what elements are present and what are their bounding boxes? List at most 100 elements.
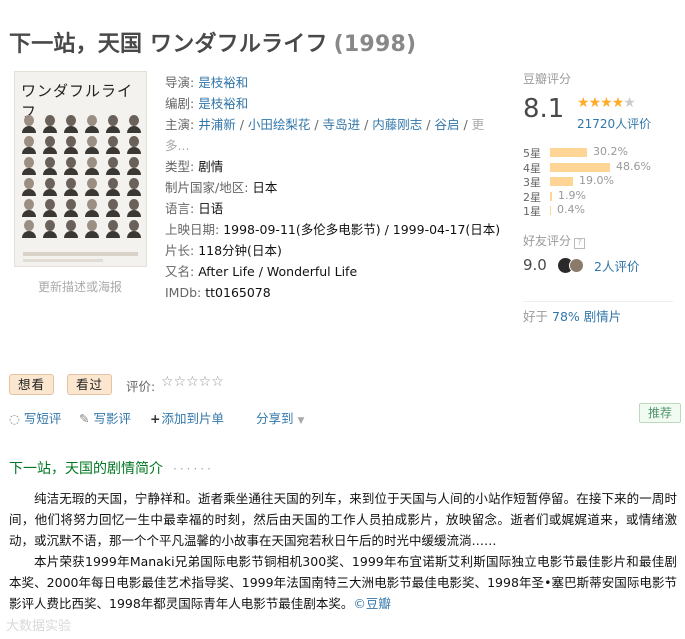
- poster-face: [41, 156, 59, 175]
- share-dropdown[interactable]: 分享到 ▼: [256, 408, 304, 427]
- imdb-value: tt0165078: [205, 285, 271, 300]
- rating-bar-fill: [550, 177, 573, 186]
- writer-label: 编剧:: [165, 96, 195, 111]
- writer-row: 编剧: 是枝裕和: [165, 93, 495, 114]
- watched-button[interactable]: 看过: [67, 374, 113, 395]
- poster-face: [125, 135, 143, 154]
- rating-bar-row: 1星 0.4%: [523, 203, 673, 218]
- poster-face: [125, 198, 143, 217]
- poster-face: [41, 177, 59, 196]
- poster-face: [104, 219, 122, 238]
- poster-face: [20, 135, 38, 154]
- director-link[interactable]: 是枝裕和: [198, 75, 248, 90]
- rating-bar-label: 1星: [523, 205, 541, 218]
- poster-face: [62, 114, 80, 133]
- country-value: 日本: [252, 180, 278, 195]
- rating-breakdown: 5星 30.2% 4星 48.6% 3星 19.0% 2星 1.9% 1星 0.4%: [523, 145, 673, 218]
- cast-link[interactable]: 小田绘梨花: [248, 117, 311, 132]
- language-label: 语言:: [165, 201, 195, 216]
- poster-face: [83, 198, 101, 217]
- write-review-link[interactable]: ✎ 写影评: [79, 408, 131, 427]
- recommend-button[interactable]: 推荐: [639, 403, 682, 423]
- poster-face: [62, 135, 80, 154]
- better-than-prefix: 好于: [523, 309, 549, 324]
- page-title: 下一站，天国 ワンダフルライフ (1998): [9, 26, 416, 58]
- better-than: 好于 78% 剧情片: [523, 301, 673, 325]
- heading-dots: ······: [173, 462, 214, 476]
- update-poster-link[interactable]: 更新描述或海报: [38, 278, 122, 295]
- country-row: 制片国家/地区: 日本: [165, 177, 495, 198]
- aka-label: 又名:: [165, 264, 195, 279]
- poster-face: [20, 219, 38, 238]
- poster-face: [125, 177, 143, 196]
- imdb-label: IMDb:: [165, 285, 202, 300]
- poster-face: [41, 114, 59, 133]
- plus-icon: +: [150, 411, 161, 426]
- poster-face: [104, 114, 122, 133]
- summary-heading: 下一站，天国的剧情简介 ······: [9, 461, 214, 477]
- rating-header: 豆瓣评分: [523, 72, 572, 86]
- star-icon: ★: [588, 95, 602, 111]
- rating-bar-percent: 0.4%: [557, 203, 585, 216]
- rating-stars: ★★★★★: [577, 95, 636, 111]
- cast-link[interactable]: 谷启: [434, 117, 459, 132]
- rating-bar-row: 5星 30.2%: [523, 145, 673, 160]
- want-to-watch-button[interactable]: 想看: [9, 374, 55, 395]
- friend-avatar[interactable]: [569, 258, 584, 273]
- poster-face: [20, 177, 38, 196]
- rate-label: 评价:: [126, 379, 156, 394]
- poster-face: [20, 156, 38, 175]
- friends-votes-link[interactable]: 2人评价: [594, 256, 639, 275]
- help-icon[interactable]: ?: [574, 238, 586, 249]
- poster-footer-line: [23, 259, 103, 262]
- language-value: 日语: [198, 201, 224, 216]
- write-short-review-link[interactable]: ◌ 写短评: [9, 408, 61, 427]
- poster-face: [104, 156, 122, 175]
- movie-poster[interactable]: ワンダフルライフ: [14, 71, 147, 267]
- cast-link[interactable]: 井浦新: [198, 117, 236, 132]
- runtime-label: 片长:: [165, 243, 195, 258]
- douban-source-link[interactable]: ©豆瓣: [353, 596, 391, 611]
- summary-body: 纯洁无瑕的天国，宁静祥和。逝者乘坐通往天国的列车，来到位于天国与人间的小站作短暂…: [9, 488, 677, 614]
- genre-row: 类型: 剧情: [165, 156, 495, 177]
- rating-bar-percent: 30.2%: [593, 145, 628, 158]
- rating-bar-row: 4星 48.6%: [523, 160, 673, 175]
- rate-stars-input[interactable]: ☆☆☆☆☆: [161, 374, 224, 390]
- rating-bar-fill: [550, 162, 610, 172]
- star-icon: ★: [577, 95, 590, 111]
- cast-row: 主演: 井浦新 / 小田绘梨花 / 寺岛进 / 内藤刚志 / 谷启 / 更多..…: [165, 117, 485, 153]
- release-row: 上映日期: 1998-09-11(多伦多电影节) / 1999-04-17(日本…: [165, 222, 501, 237]
- poster-face: [62, 177, 80, 196]
- poster-face: [20, 114, 38, 133]
- rating-bar-row: 2星 1.9%: [523, 189, 673, 204]
- poster-face: [83, 156, 101, 175]
- cast-link[interactable]: 寺岛进: [323, 117, 361, 132]
- poster-face: [104, 198, 122, 217]
- rating-votes-link[interactable]: 21720人评价: [577, 115, 651, 132]
- better-than-link[interactable]: 78% 剧情片: [552, 309, 621, 324]
- release-date: 1998-09-11(多伦多电影节): [223, 222, 381, 237]
- aka-row: 又名: After Life / Wonderful Life: [165, 261, 495, 282]
- star-icon: ★: [600, 95, 613, 111]
- summary-paragraph: 本片荣获1999年Manaki兄弟国际电影节铜相机300奖、1999年布宜诺斯艾…: [9, 554, 677, 611]
- genre-value: 剧情: [198, 159, 224, 174]
- poster-face: [62, 156, 80, 175]
- friends-rating-panel: 好友评分? 9.0 2人评价: [523, 232, 673, 274]
- pencil-icon: ✎: [79, 411, 90, 426]
- rating-bar-percent: 48.6%: [616, 159, 651, 173]
- aka-value: After Life / Wonderful Life: [198, 264, 358, 279]
- friends-rating-header: 好友评分?: [523, 232, 673, 249]
- poster-face: [83, 177, 101, 196]
- poster-face: [104, 177, 122, 196]
- poster-face: [83, 135, 101, 154]
- director-label: 导演:: [165, 75, 195, 90]
- release-date: 1999-04-17(日本): [392, 222, 501, 237]
- poster-face: [125, 156, 143, 175]
- cast-link[interactable]: 内藤刚志: [372, 117, 422, 132]
- friends-score: 9.0: [523, 256, 547, 274]
- rating-bar-fill: [550, 148, 587, 157]
- writer-link[interactable]: 是枝裕和: [198, 96, 248, 111]
- add-to-list-link[interactable]: +添加到片单: [150, 408, 224, 427]
- caret-down-icon: ▼: [297, 416, 305, 426]
- imdb-row: IMDb: tt0165078: [165, 282, 495, 303]
